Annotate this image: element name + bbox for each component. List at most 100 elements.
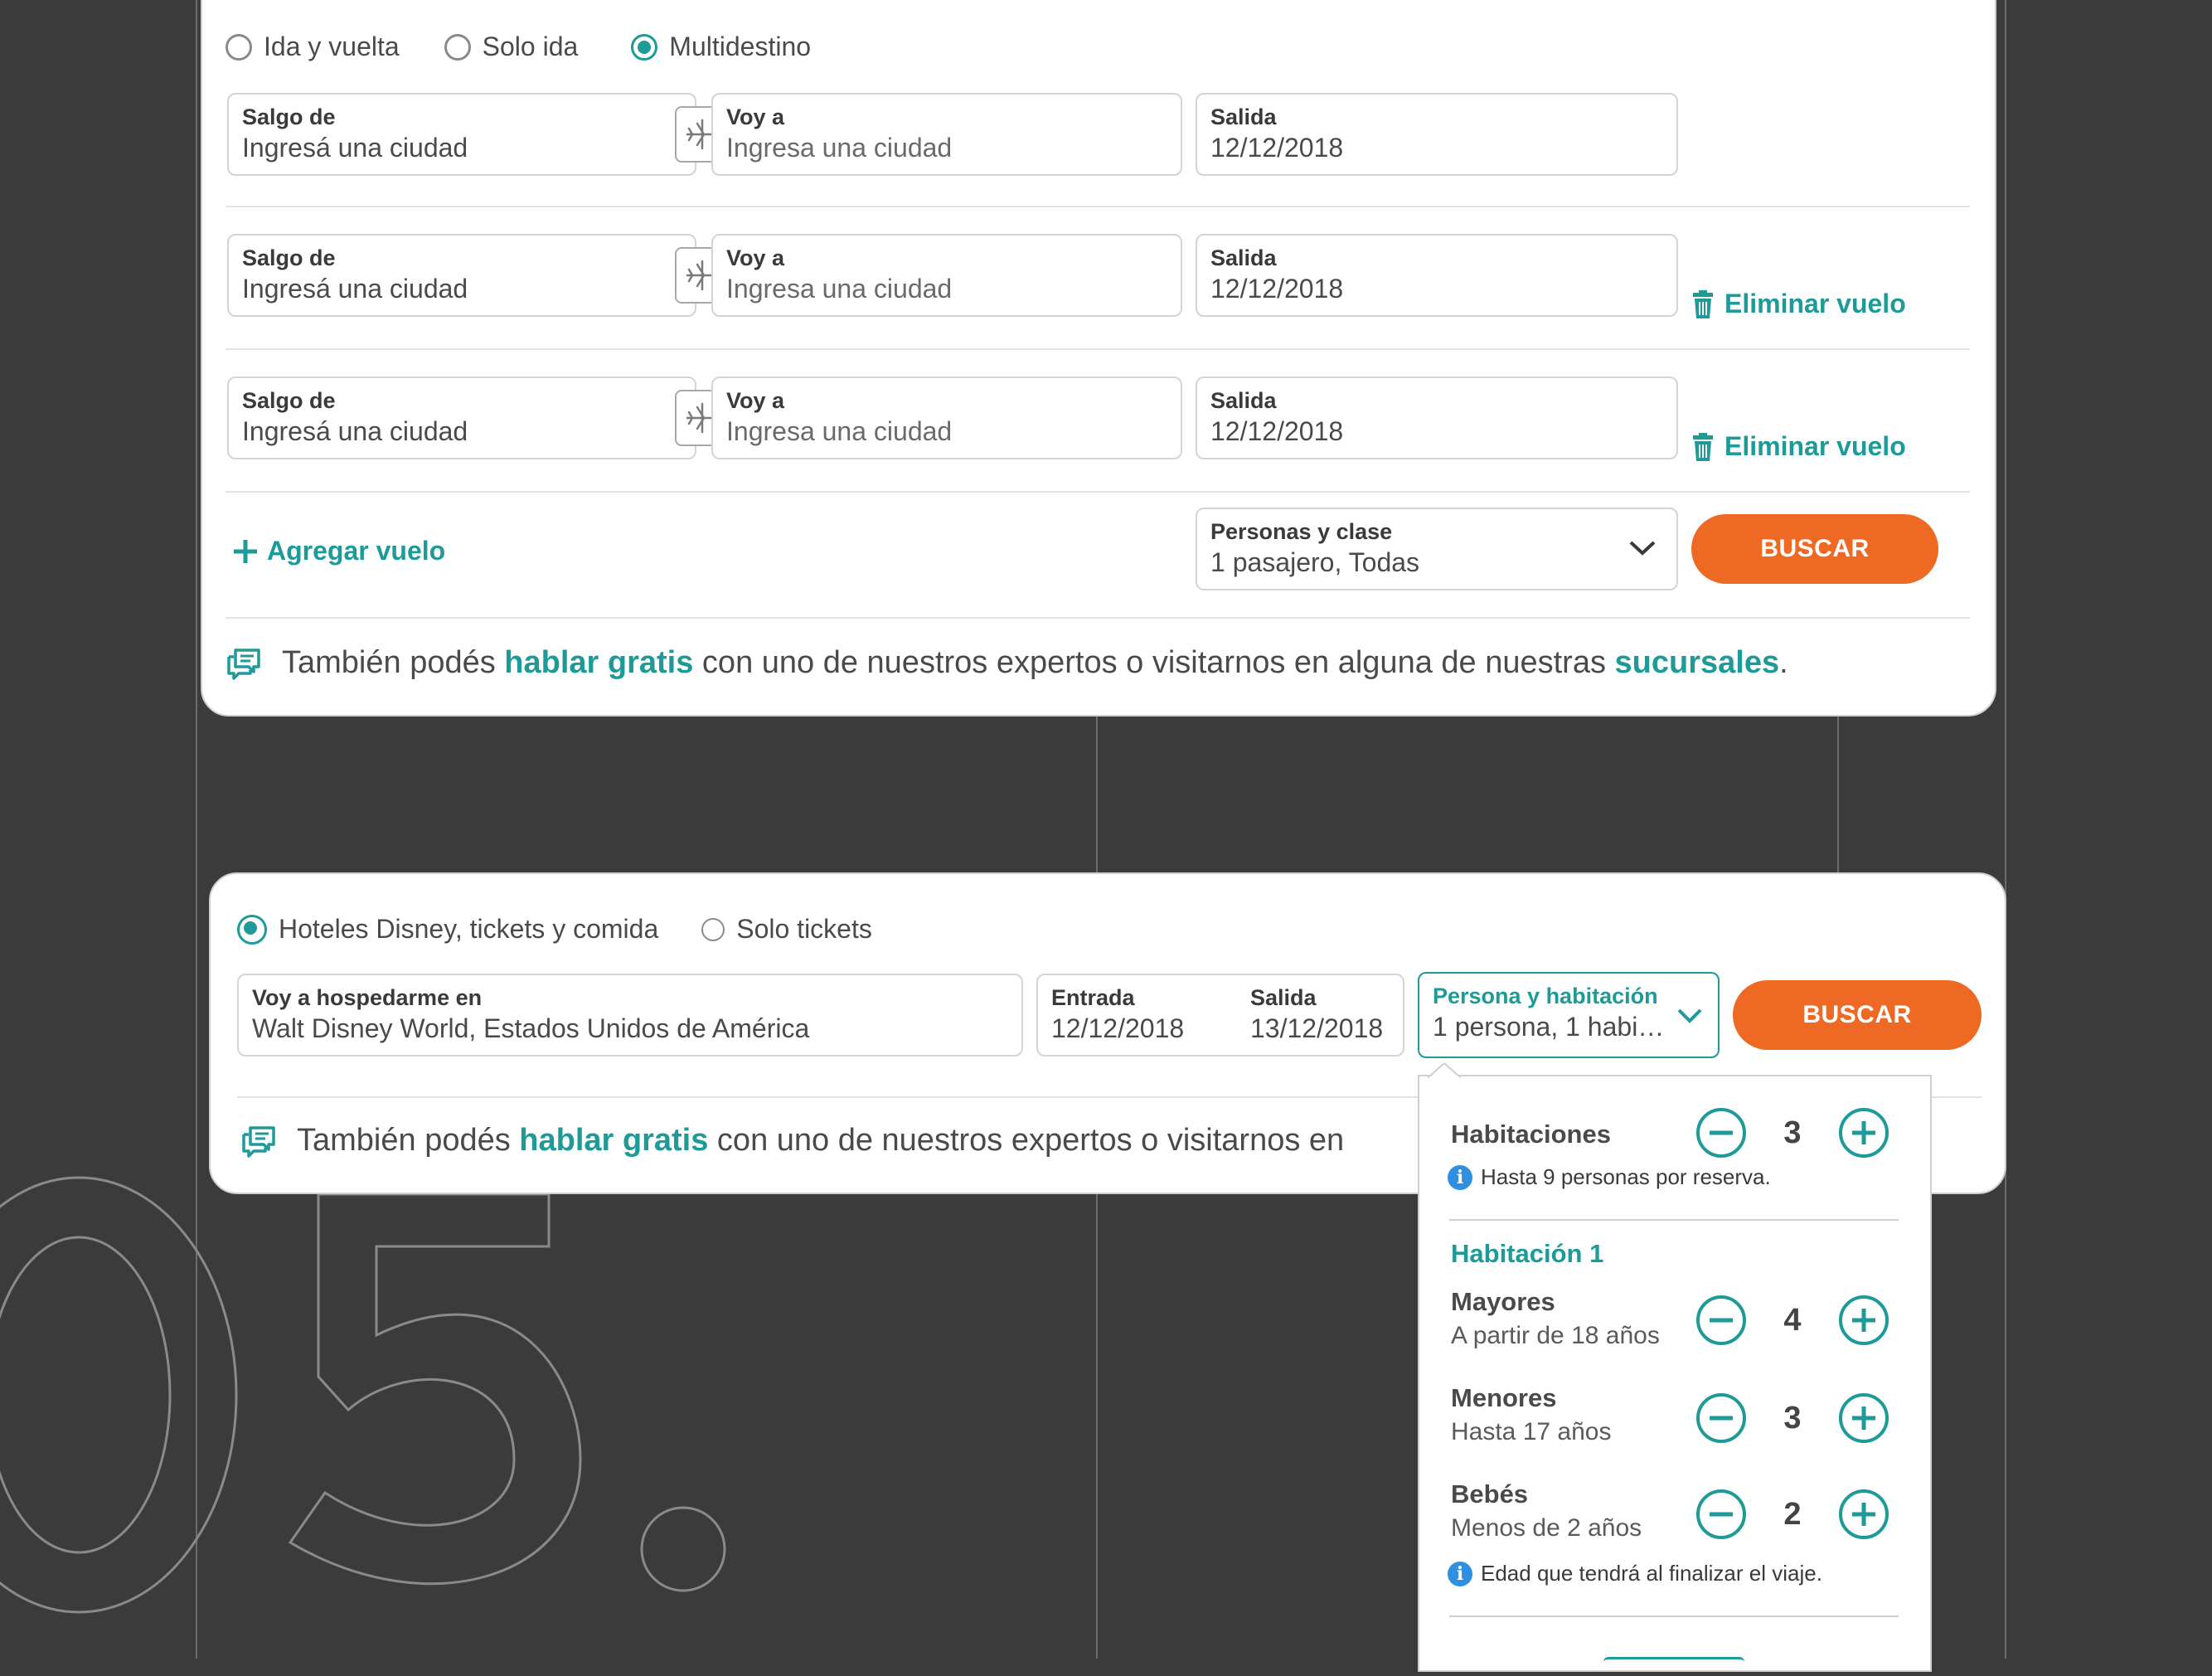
- radio-circle[interactable]: [631, 33, 658, 61]
- departure-date-value: 12/12/2018: [1210, 416, 1344, 446]
- checkin-label: Entrada: [1051, 985, 1135, 1010]
- age-note-text: Edad que tendrá al finalizar el viaje.: [1481, 1561, 1822, 1586]
- destination-label: Voy a: [726, 104, 785, 129]
- destination-input[interactable]: Ingresa una ciudad: [726, 272, 1167, 305]
- radio-label: Hoteles Disney, tickets y comida: [279, 914, 659, 944]
- plus-icon[interactable]: [1837, 1294, 1890, 1347]
- minus-icon[interactable]: [1695, 1294, 1748, 1347]
- origin-field[interactable]: Salgo de Ingresá una ciudad: [227, 234, 696, 317]
- destination-label: Voy a: [726, 388, 785, 413]
- departure-date-label: Salida: [1210, 245, 1277, 270]
- radio-round-trip[interactable]: Ida y vuelta: [226, 32, 400, 62]
- origin-input[interactable]: Ingresá una ciudad: [242, 131, 682, 164]
- radio-circle[interactable]: [237, 914, 267, 945]
- rooms-note-text: Hasta 9 personas por reserva.: [1481, 1164, 1771, 1189]
- free-call-link[interactable]: hablar gratis: [519, 1123, 708, 1158]
- departure-date-label: Salida: [1210, 104, 1277, 129]
- chat-icon: [227, 648, 260, 680]
- radio-one-way[interactable]: Solo ida: [444, 32, 579, 62]
- plus-icon[interactable]: [1837, 1488, 1890, 1541]
- chat-icon: [242, 1125, 275, 1158]
- remove-flight-link[interactable]: Eliminar vuelo: [1691, 431, 1906, 462]
- babies-stepper: 2: [1695, 1488, 1890, 1541]
- lodging-destination-input[interactable]: Walt Disney World, Estados Unidos de Amé…: [252, 1012, 1008, 1045]
- room-title-row: Habitación 1: [1451, 1239, 1897, 1269]
- minors-count: 3: [1783, 1400, 1802, 1436]
- stay-dates-field[interactable]: Entrada 12/12/2018 Salida 13/12/2018: [1036, 974, 1404, 1057]
- origin-field[interactable]: Salgo de Ingresá una ciudad: [227, 376, 696, 459]
- passengers-class-value: 1 pasajero, Todas: [1210, 547, 1420, 577]
- radio-multi-destination[interactable]: Multidestino: [631, 32, 811, 62]
- plus-icon[interactable]: [1837, 1106, 1890, 1159]
- rooms-stepper: 3: [1695, 1106, 1890, 1159]
- contact-text: También podés: [297, 1123, 520, 1158]
- radio-tickets-only[interactable]: Solo tickets: [701, 914, 872, 945]
- minus-icon[interactable]: [1695, 1488, 1748, 1541]
- destination-field[interactable]: Voy a Ingresa una ciudad: [711, 376, 1182, 459]
- dropdown-pointer: [1428, 1063, 1461, 1078]
- departure-date-value: 12/12/2018: [1210, 133, 1344, 163]
- guests-rooms-select[interactable]: Persona y habitación 1 persona, 1 habit.…: [1418, 972, 1720, 1058]
- minus-icon[interactable]: [1695, 1106, 1748, 1159]
- lodging-destination-field[interactable]: Voy a hospedarme en Walt Disney World, E…: [237, 974, 1023, 1057]
- checkout-value: 13/12/2018: [1250, 1013, 1384, 1043]
- contact-info: También podés hablar gratis con uno de n…: [226, 645, 1788, 681]
- add-flight-label: Agregar vuelo: [267, 536, 446, 566]
- leg-divider: [226, 348, 1970, 350]
- leg-divider: [226, 206, 1970, 207]
- chevron-down-icon: [1677, 1008, 1702, 1023]
- trash-icon: [1693, 432, 1713, 461]
- trash-icon: [1693, 289, 1713, 318]
- dropdown-divider: [1449, 1615, 1899, 1617]
- contact-text: con uno de nuestros expertos o visitarno…: [708, 1123, 1345, 1158]
- destination-field[interactable]: Voy a Ingresa una ciudad: [711, 234, 1182, 317]
- info-icon: i: [1448, 1561, 1472, 1586]
- remove-flight-link[interactable]: Eliminar vuelo: [1691, 289, 1906, 319]
- adults-stepper: 4: [1695, 1294, 1890, 1347]
- dropdown-apply-button[interactable]: [1603, 1657, 1744, 1676]
- plus-icon: [234, 539, 257, 563]
- destination-input[interactable]: Ingresa una ciudad: [726, 131, 1167, 164]
- destination-label: Voy a: [726, 245, 785, 270]
- search-disney-button[interactable]: BUSCAR: [1733, 980, 1982, 1050]
- destination-input[interactable]: Ingresa una ciudad: [726, 415, 1167, 448]
- destination-field[interactable]: Voy a Ingresa una ciudad: [711, 93, 1182, 176]
- radio-label: Solo ida: [482, 32, 579, 61]
- origin-input[interactable]: Ingresá una ciudad: [242, 415, 682, 448]
- free-call-link[interactable]: hablar gratis: [504, 645, 693, 680]
- adults-count: 4: [1783, 1302, 1802, 1338]
- minus-icon[interactable]: [1695, 1392, 1748, 1445]
- search-flights-button[interactable]: BUSCAR: [1691, 514, 1938, 584]
- rooms-count: 3: [1783, 1115, 1802, 1150]
- radio-circle[interactable]: [444, 33, 471, 61]
- info-icon: i: [1448, 1164, 1472, 1190]
- contact-text: .: [1779, 645, 1788, 680]
- departure-date-field[interactable]: Salida 12/12/2018: [1196, 234, 1678, 317]
- remove-flight-label: Eliminar vuelo: [1724, 289, 1906, 318]
- leg-divider: [226, 491, 1970, 493]
- origin-label: Salgo de: [242, 104, 336, 129]
- guests-rooms-dropdown: Habitaciones 3 i Hasta 9 personas por re…: [1418, 1063, 1932, 1672]
- guests-rooms-value: 1 persona, 1 habit...: [1433, 1012, 1665, 1042]
- radio-circle[interactable]: [701, 917, 725, 941]
- passengers-class-select[interactable]: Personas y clase 1 pasajero, Todas: [1196, 508, 1678, 590]
- radio-label: Ida y vuelta: [264, 32, 400, 61]
- lodging-destination-label: Voy a hospedarme en: [252, 985, 483, 1010]
- radio-circle[interactable]: [226, 33, 252, 61]
- chevron-down-icon: [1629, 541, 1656, 556]
- radio-hotels-tickets-food[interactable]: Hoteles Disney, tickets y comida: [237, 914, 658, 945]
- card-divider: [226, 617, 1970, 619]
- branches-link[interactable]: sucursales: [1615, 645, 1780, 680]
- departure-date-value: 12/12/2018: [1210, 274, 1344, 304]
- trip-type-selector: Ida y vuelta Solo ida Multidestino: [226, 32, 856, 62]
- add-flight-link[interactable]: Agregar vuelo: [232, 536, 445, 566]
- babies-count: 2: [1783, 1496, 1802, 1532]
- package-type-selector: Hoteles Disney, tickets y comida Solo ti…: [237, 914, 917, 945]
- plus-icon[interactable]: [1837, 1392, 1890, 1445]
- departure-date-field[interactable]: Salida 12/12/2018: [1196, 376, 1678, 459]
- origin-input[interactable]: Ingresá una ciudad: [242, 272, 682, 305]
- departure-date-field[interactable]: Salida 12/12/2018: [1196, 93, 1678, 176]
- origin-label: Salgo de: [242, 245, 336, 270]
- origin-field[interactable]: Salgo de Ingresá una ciudad: [227, 93, 696, 176]
- contact-text: con uno de nuestros expertos o visitarno…: [693, 645, 1615, 680]
